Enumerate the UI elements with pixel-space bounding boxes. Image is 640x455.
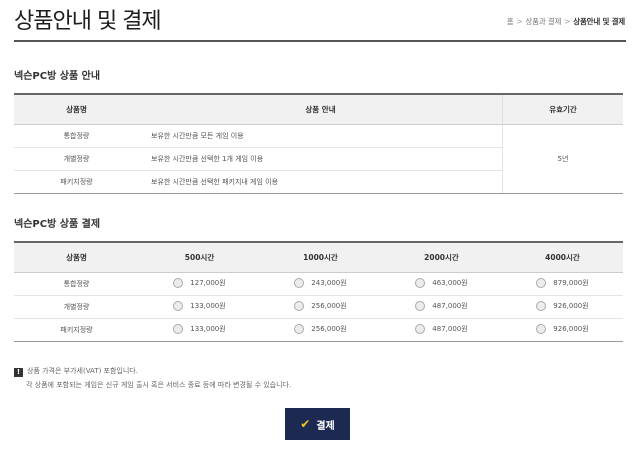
pay-button-label: 결제: [316, 420, 335, 432]
product-description: 보유한 시간만큼 선택한 패키지내 게임 이용: [139, 170, 503, 194]
page-title: 상품안내 및 결제: [14, 9, 162, 34]
product-name: 패키지정량: [14, 170, 139, 194]
column-header: 4000시간: [502, 241, 623, 273]
table-header-row: 상품명 500시간 1000시간 2000시간 4000시간: [14, 241, 623, 273]
price-label: 487,000원: [432, 325, 468, 333]
product-description: 보유한 시간만큼 모든 게임 이용: [139, 124, 503, 148]
price-label: 926,000원: [553, 325, 589, 333]
product-name: 개별정량: [14, 147, 139, 171]
table-header-row: 상품명 상품 안내 유효기간: [14, 93, 623, 125]
product-description: 보유한 시간만큼 선택한 1개 게임 이용: [139, 147, 503, 171]
radio-button[interactable]: [173, 278, 184, 288]
price-label: 133,000원: [190, 325, 226, 333]
product-name: 통합정량: [14, 272, 139, 296]
price-option[interactable]: 926,000원: [536, 301, 589, 311]
price-option[interactable]: 256,000원: [294, 324, 347, 334]
breadcrumb-home[interactable]: 홈: [507, 17, 514, 26]
product-name: 통합정량: [14, 124, 139, 148]
validity-period: 5년: [502, 124, 623, 194]
notice-line: ! 상품 가격은 부가세(VAT) 포함입니다.: [14, 364, 291, 378]
column-header: 상품명: [14, 241, 139, 273]
product-name: 개별정량: [14, 295, 139, 319]
price-label: 133,000원: [190, 302, 226, 310]
column-header: 1000시간: [260, 241, 381, 273]
price-label: 243,000원: [311, 279, 347, 287]
breadcrumb-products[interactable]: 상품과 결제: [525, 17, 561, 26]
info-section-title: 넥슨PC방 상품 안내: [14, 71, 101, 82]
radio-button[interactable]: [415, 324, 426, 334]
table-row: 패키지정량 133,000원 256,000원 487,000원 926,000…: [14, 318, 623, 342]
notice: ! 상품 가격은 부가세(VAT) 포함입니다. 각 상품에 포함되는 게임은 신…: [14, 364, 291, 392]
price-option[interactable]: 487,000원: [415, 324, 468, 334]
radio-button[interactable]: [173, 324, 184, 334]
price-option[interactable]: 926,000원: [536, 324, 589, 334]
radio-button[interactable]: [536, 324, 547, 334]
price-label: 926,000원: [553, 302, 589, 310]
price-label: 487,000원: [432, 302, 468, 310]
column-header: 상품명: [14, 93, 139, 125]
breadcrumb-current: 상품안내 및 결제: [573, 17, 625, 26]
price-label: 127,000원: [190, 279, 226, 287]
price-option[interactable]: 463,000원: [415, 278, 468, 288]
radio-button[interactable]: [415, 301, 426, 311]
price-option[interactable]: 243,000원: [294, 278, 347, 288]
notice-text: 상품 가격은 부가세(VAT) 포함입니다.: [27, 367, 138, 375]
product-price-table: 상품명 500시간 1000시간 2000시간 4000시간 통합정량 127,…: [14, 241, 623, 342]
breadcrumb: 홈 > 상품과 결제 > 상품안내 및 결제: [507, 16, 626, 27]
notice-line: 각 상품에 포함되는 게임은 신규 게임 출시 혹은 서비스 종료 등에 따라 …: [26, 381, 292, 389]
price-option[interactable]: 487,000원: [415, 301, 468, 311]
table-row: 개별정량 133,000원 256,000원 487,000원 926,000원: [14, 295, 623, 319]
price-option[interactable]: 256,000원: [294, 301, 347, 311]
chevron-right-icon: >: [564, 17, 571, 26]
radio-button[interactable]: [294, 278, 305, 288]
radio-button[interactable]: [415, 278, 426, 288]
radio-button[interactable]: [294, 324, 305, 334]
column-header: 유효기간: [502, 93, 623, 125]
price-option[interactable]: 133,000원: [173, 301, 226, 311]
title-divider: [14, 40, 626, 42]
price-label: 256,000원: [311, 325, 347, 333]
product-name: 패키지정량: [14, 318, 139, 342]
price-label: 463,000원: [432, 279, 468, 287]
pay-button[interactable]: ✔ 결제: [285, 408, 350, 440]
price-section-title: 넥슨PC방 상품 결제: [14, 219, 101, 230]
price-option[interactable]: 127,000원: [173, 278, 226, 288]
radio-button[interactable]: [536, 301, 547, 311]
column-header: 상품 안내: [139, 93, 503, 125]
product-info-table: 상품명 상품 안내 유효기간 통합정량 보유한 시간만큼 모든 게임 이용 5년…: [14, 93, 623, 194]
column-header: 500시간: [139, 241, 260, 273]
radio-button[interactable]: [536, 278, 547, 288]
table-row: 통합정량 보유한 시간만큼 모든 게임 이용 5년: [14, 124, 623, 194]
column-header: 2000시간: [381, 241, 502, 273]
price-label: 256,000원: [311, 302, 347, 310]
exclamation-icon: !: [14, 368, 23, 377]
check-icon: ✔: [300, 417, 311, 431]
price-label: 879,000원: [553, 279, 589, 287]
radio-button[interactable]: [294, 301, 305, 311]
price-option[interactable]: 133,000원: [173, 324, 226, 334]
table-row: 통합정량 127,000원 243,000원 463,000원 879,000원: [14, 272, 623, 296]
radio-button[interactable]: [173, 301, 184, 311]
price-option[interactable]: 879,000원: [536, 278, 589, 288]
chevron-right-icon: >: [516, 17, 523, 26]
